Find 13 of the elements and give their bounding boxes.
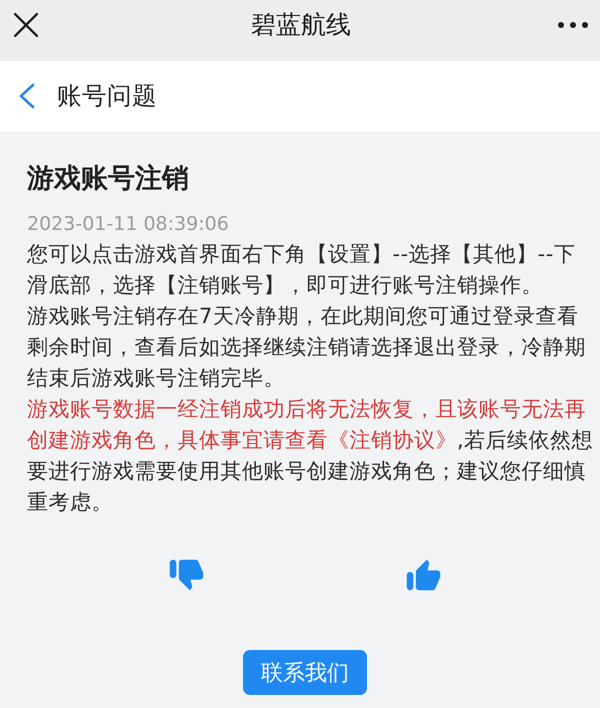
back-icon[interactable] [18,83,35,109]
thumbs-down-icon[interactable] [169,559,204,591]
article-date: 2023-01-11 08:39:06 [27,212,229,237]
article-paragraph: 游戏账号注销存在7天冷静期，在此期间您可通过登录查看剩余时间，查看后如选择继续注销请选择退出登录，冷静期结束后游戏账号注销完毕。 [27,303,587,392]
article-title: 游戏账号注销 [27,162,189,196]
article-paragraph: 您可以点击游戏首界面右下角【设置】--选择【其他】--下滑底部，选择【注销账号】，即可进行账号注销操作。 [27,241,576,299]
section-title: 账号问题 [57,80,157,112]
close-icon[interactable] [14,13,38,37]
contact-button[interactable]: 联系我们 [243,650,367,695]
thumbs-up-icon[interactable] [406,559,441,591]
article-paragraph: 游戏账号数据一经注销成功后将无法恢复，且该账号无法再创建游戏角色，具体事宜请查看《注销协议》,若后续依然想要进行游戏需要使用其他账号创建游戏角色；建议您仔细慎重考虑。 [27,396,594,516]
page-title: 碧蓝航线 [251,9,351,41]
more-icon[interactable] [558,22,588,28]
